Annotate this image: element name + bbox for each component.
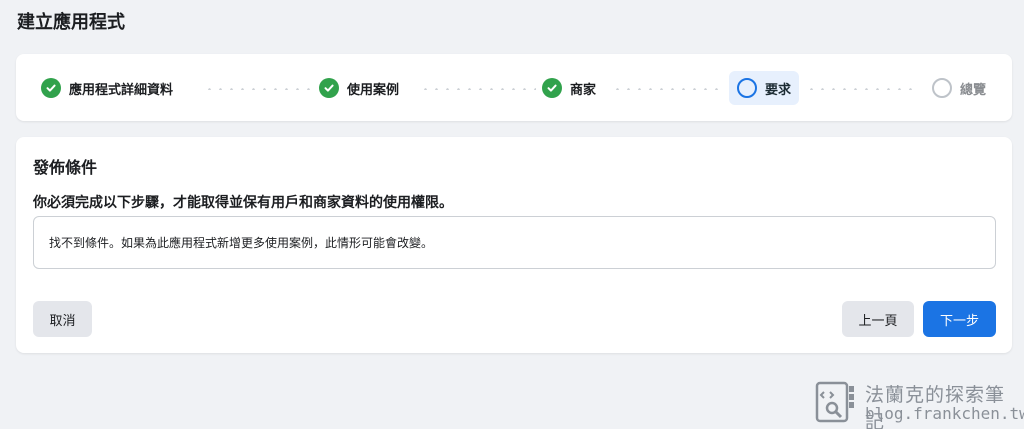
step-connector bbox=[204, 88, 314, 90]
check-icon bbox=[319, 78, 339, 98]
circle-icon bbox=[737, 78, 757, 98]
step-label: 應用程式詳細資料 bbox=[69, 82, 174, 98]
watermark: 法蘭克的探索筆記 blog.frankchen.tw bbox=[813, 380, 1024, 429]
watermark-url: blog.frankchen.tw bbox=[865, 404, 1024, 423]
step-connector bbox=[420, 88, 536, 90]
section-description: 你必須完成以下步驟，才能取得並保有用戶和商家資料的使用權限。 bbox=[33, 195, 453, 211]
section-title: 發佈條件 bbox=[33, 158, 98, 177]
step-label: 總覽 bbox=[960, 82, 987, 98]
previous-button[interactable]: 上一頁 bbox=[842, 301, 914, 337]
notebook-icon bbox=[815, 381, 854, 423]
step-business[interactable]: 商家 bbox=[534, 71, 604, 105]
stepper: 應用程式詳細資料 使用案例 商家 要求 總覽 bbox=[16, 54, 1012, 121]
check-icon bbox=[542, 78, 562, 98]
check-icon bbox=[41, 78, 61, 98]
step-label: 要求 bbox=[765, 82, 792, 98]
publish-requirements-card: 發佈條件 你必須完成以下步驟，才能取得並保有用戶和商家資料的使用權限。 找不到條… bbox=[16, 137, 1012, 353]
step-label: 使用案例 bbox=[347, 82, 400, 98]
step-use-cases[interactable]: 使用案例 bbox=[311, 71, 407, 105]
step-requirements[interactable]: 要求 bbox=[729, 71, 800, 105]
page-title: 建立應用程式 bbox=[17, 12, 125, 33]
cancel-button[interactable]: 取消 bbox=[33, 301, 92, 337]
step-overview[interactable]: 總覽 bbox=[924, 71, 994, 105]
next-button[interactable]: 下一步 bbox=[923, 301, 996, 337]
step-connector bbox=[806, 88, 916, 90]
step-label: 商家 bbox=[570, 82, 597, 98]
step-app-details[interactable]: 應用程式詳細資料 bbox=[33, 71, 181, 105]
requirements-notice: 找不到條件。如果為此應用程式新增更多使用案例，此情形可能會改變。 bbox=[33, 216, 996, 269]
step-connector bbox=[612, 88, 724, 90]
notice-text: 找不到條件。如果為此應用程式新增更多使用案例，此情形可能會改變。 bbox=[49, 236, 434, 250]
circle-icon bbox=[932, 78, 952, 98]
